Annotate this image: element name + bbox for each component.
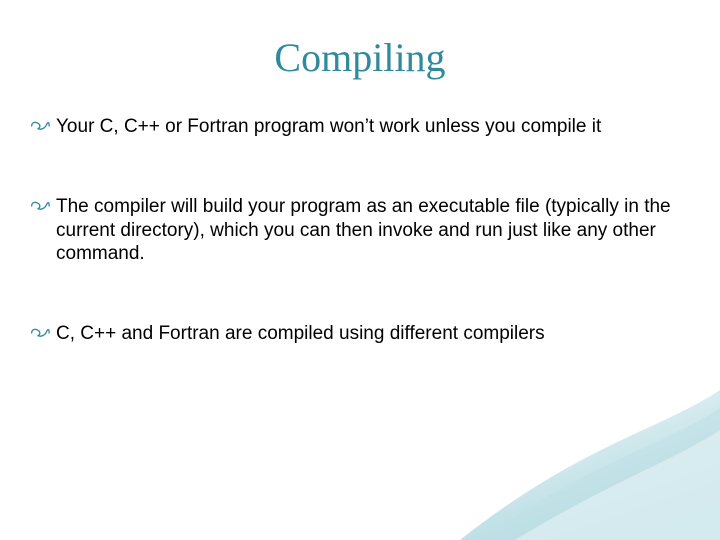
swirl-icon — [30, 119, 50, 133]
swirl-icon — [30, 199, 50, 213]
swirl-icon — [30, 326, 50, 340]
bullet-list: Your C, C++ or Fortran program won’t wor… — [28, 115, 692, 346]
bullet-text: The compiler will build your program as … — [56, 196, 671, 265]
bullet-text: Your C, C++ or Fortran program won’t wor… — [56, 116, 601, 137]
corner-decoration — [460, 390, 720, 540]
bullet-item: C, C++ and Fortran are compiled using di… — [30, 322, 692, 346]
bullet-item: The compiler will build your program as … — [30, 195, 692, 266]
slide: Compiling Your C, C++ or Fortran program… — [0, 0, 720, 540]
slide-title: Compiling — [28, 34, 692, 81]
bullet-item: Your C, C++ or Fortran program won’t wor… — [30, 115, 692, 139]
bullet-text: C, C++ and Fortran are compiled using di… — [56, 323, 545, 344]
